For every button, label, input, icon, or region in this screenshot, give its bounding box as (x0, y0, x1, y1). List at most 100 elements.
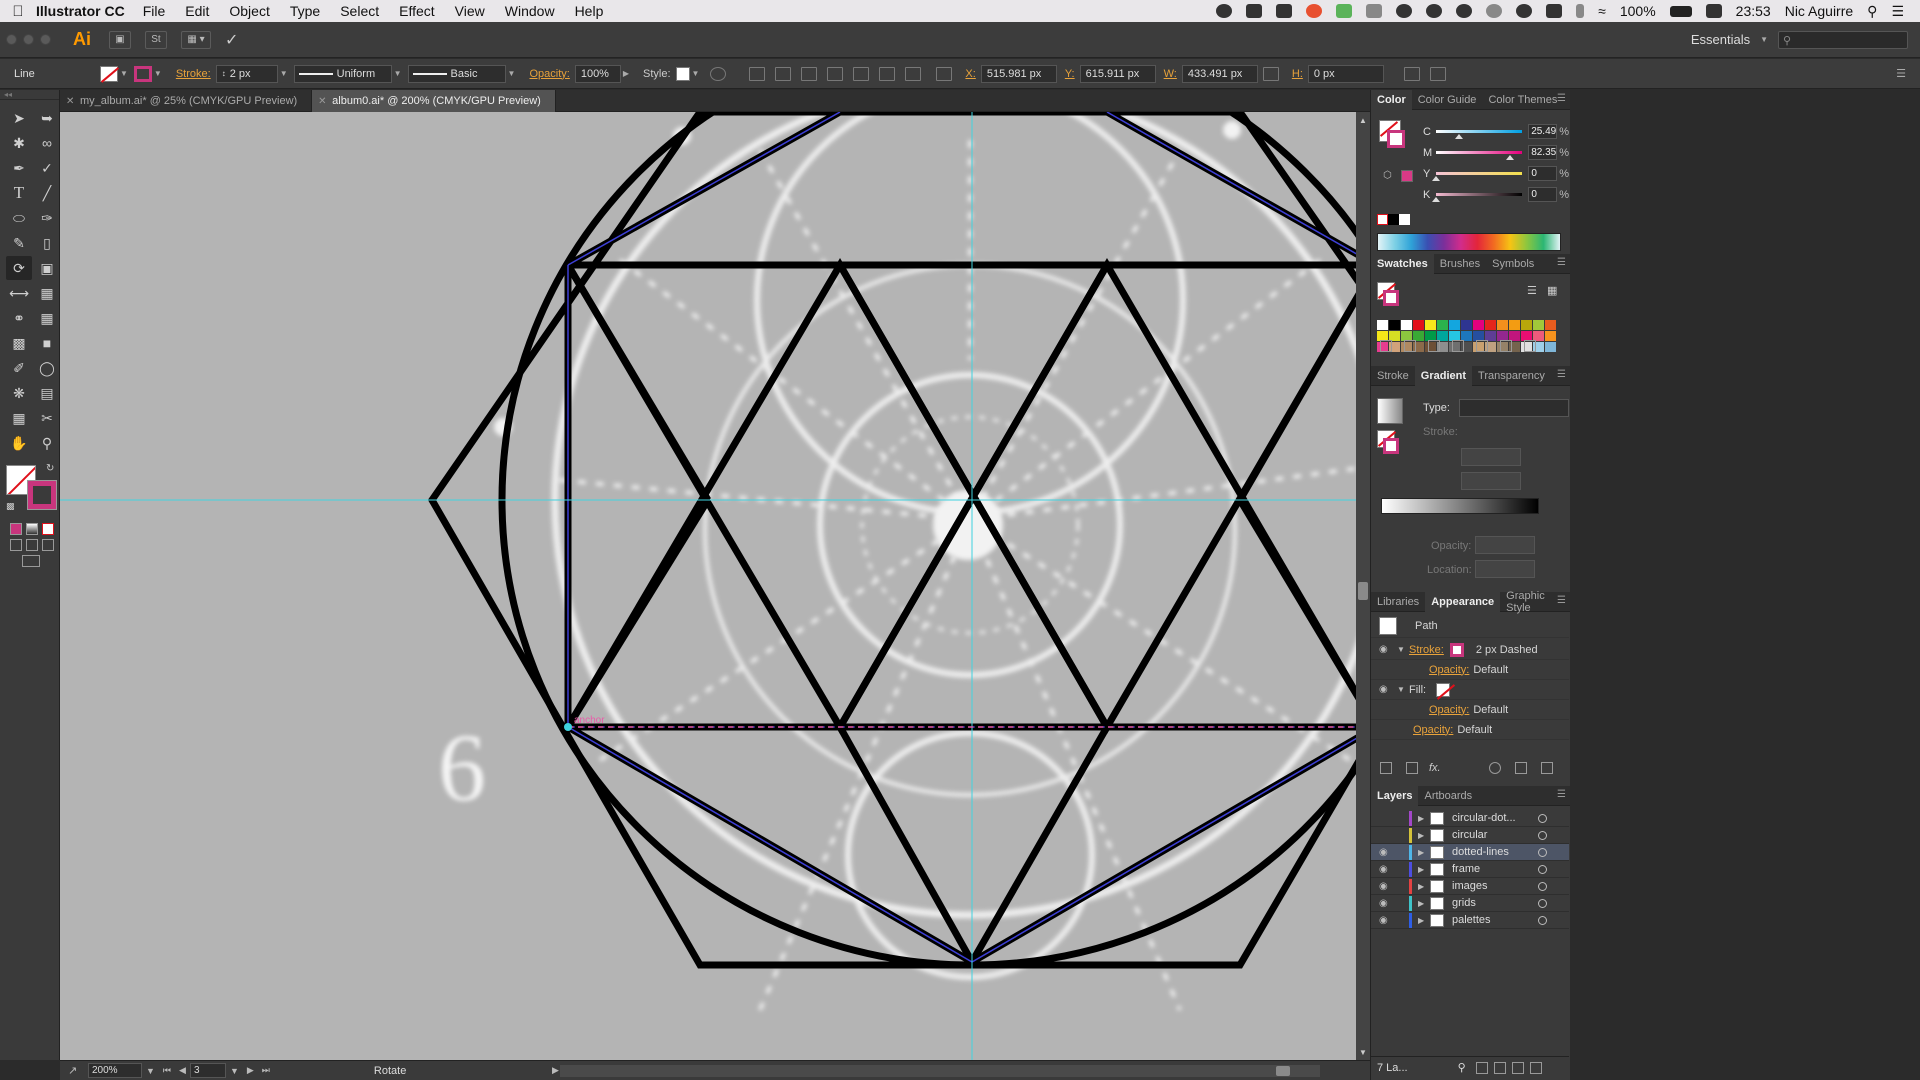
recolor-artwork-icon[interactable] (710, 66, 727, 81)
list-view-icon[interactable]: ☰ (1527, 284, 1537, 297)
channel-value-field[interactable]: 0 (1528, 187, 1558, 202)
ellipse-tool-icon[interactable]: ⬭ (6, 206, 32, 230)
tab-transparency[interactable]: Transparency (1472, 366, 1551, 386)
curvature-tool-icon[interactable]: ✓ (34, 156, 60, 180)
creative-cloud-icon[interactable] (1426, 4, 1443, 18)
tab-brushes[interactable]: Brushes (1434, 254, 1486, 274)
none-swatch[interactable] (1377, 214, 1388, 225)
control-menu-icon[interactable]: ☰ (1896, 67, 1906, 80)
triangle-down-left[interactable] (564, 258, 1111, 729)
color-mode-icon[interactable] (10, 523, 22, 535)
target-icon[interactable] (1538, 915, 1547, 925)
selection-tool-icon[interactable]: ➤ (6, 106, 32, 130)
channel-slider[interactable] (1436, 151, 1523, 160)
hand-tool-icon[interactable]: ✋ (6, 431, 32, 455)
evernote-icon[interactable] (1336, 4, 1353, 18)
slider-knob[interactable] (1432, 176, 1441, 181)
color-swatch[interactable] (1533, 320, 1544, 330)
target-icon[interactable] (1538, 830, 1547, 840)
channel-value-field[interactable]: 82.35 (1528, 145, 1558, 160)
graphic-style-swatch[interactable] (675, 66, 690, 81)
delete-swatch-icon[interactable] (1524, 340, 1536, 352)
white-swatch[interactable] (1399, 214, 1410, 225)
draw-normal-icon[interactable] (10, 539, 22, 551)
layer-row[interactable]: ▶ circular (1371, 827, 1569, 844)
window-minimize-button[interactable] (23, 34, 34, 45)
color-swatch[interactable] (1545, 320, 1556, 330)
visibility-eye-icon[interactable]: ◉ (1379, 644, 1397, 655)
workspace-menu[interactable]: Essentials (1691, 32, 1750, 47)
tab-color-themes[interactable]: Color Themes (1482, 90, 1563, 110)
panel-menu-icon[interactable]: ☰ (1557, 257, 1566, 268)
variable-width-profile[interactable]: Uniform (293, 64, 392, 83)
web-safe-swatch[interactable] (1401, 170, 1413, 182)
gradient-type-select[interactable] (1459, 399, 1569, 417)
draw-inside-icon[interactable] (42, 539, 54, 551)
disclosure-triangle-icon[interactable]: ▶ (1418, 882, 1430, 891)
gradient-stroke-box[interactable] (1383, 438, 1399, 454)
layer-name[interactable]: palettes (1452, 914, 1491, 926)
stepper-icon[interactable]: ↕ (222, 69, 226, 78)
layer-row[interactable]: ◉ ▶ frame (1371, 861, 1569, 878)
delete-layer-icon[interactable] (1529, 1061, 1542, 1074)
menu-help[interactable]: Help (575, 3, 604, 19)
menu-effect[interactable]: Effect (399, 3, 435, 19)
color-swatch[interactable] (1545, 342, 1556, 352)
pen-tool-icon[interactable]: ✒ (6, 156, 32, 180)
window-icon[interactable] (1366, 4, 1383, 18)
tab-color-guide[interactable]: Color Guide (1412, 90, 1483, 110)
mesh-tool-icon[interactable]: ▩ (6, 331, 32, 355)
disclosure-triangle-icon[interactable]: ▼ (1397, 645, 1409, 654)
direct-selection-tool-icon[interactable]: ➥ (34, 106, 60, 130)
first-artboard-icon[interactable]: ⏮ (163, 1065, 171, 1076)
chevron-down-icon[interactable]: ▼ (146, 1066, 155, 1076)
horizontal-scrollbar[interactable] (560, 1065, 1320, 1077)
loader-icon[interactable] (1486, 4, 1503, 18)
color-spectrum[interactable] (1377, 233, 1561, 251)
link-icon[interactable] (1262, 66, 1279, 81)
opacity-label[interactable]: Opacity: (529, 68, 569, 80)
tab-appearance[interactable]: Appearance (1425, 591, 1501, 612)
appearance-object-opacity-row[interactable]: Opacity: Default (1371, 720, 1569, 740)
panel-menu-icon[interactable]: ☰ (1557, 369, 1566, 380)
menu-select[interactable]: Select (340, 3, 379, 19)
record-icon[interactable] (1306, 4, 1323, 18)
tab-swatches[interactable]: Swatches (1371, 253, 1434, 274)
shape-builder-tool-icon[interactable]: ⚭ (6, 306, 32, 330)
line-tool-icon[interactable]: ╱ (34, 181, 60, 205)
y-label[interactable]: Y: (1065, 68, 1075, 80)
column-graph-tool-icon[interactable]: ▤ (34, 381, 60, 405)
opacity-label[interactable]: Opacity: (1429, 704, 1469, 716)
slider-knob[interactable] (1432, 197, 1441, 202)
height-field[interactable]: 0 px (1307, 64, 1384, 83)
color-swatch[interactable] (1437, 320, 1448, 330)
color-swatch[interactable] (1521, 320, 1532, 330)
target-icon[interactable] (1538, 864, 1547, 874)
symbol-sprayer-tool-icon[interactable]: ❋ (6, 381, 32, 405)
h-label[interactable]: H: (1292, 68, 1303, 80)
disclosure-triangle-icon[interactable]: ▶ (1418, 899, 1430, 908)
next-artboard-icon[interactable]: ▶ (247, 1065, 254, 1076)
color-swatch[interactable] (1425, 320, 1436, 330)
last-artboard-icon[interactable]: ⏭ (262, 1065, 270, 1076)
layer-name[interactable]: grids (1452, 897, 1476, 909)
opacity-label[interactable]: Opacity: (1413, 724, 1453, 736)
swatch-options-icon[interactable] (1452, 340, 1464, 352)
menu-type[interactable]: Type (290, 3, 320, 19)
blend-tool-icon[interactable]: ◯ (34, 356, 60, 380)
drive-icon[interactable] (1246, 4, 1263, 18)
artboard-tool-icon[interactable]: ▦ (6, 406, 32, 430)
layer-name[interactable]: circular (1452, 829, 1487, 841)
align-middle-icon[interactable] (879, 66, 896, 81)
tray-app-icon[interactable] (1216, 4, 1233, 18)
w-label[interactable]: W: (1164, 68, 1177, 80)
chevron-right-icon[interactable]: ▶ (552, 1065, 559, 1076)
new-swatch-icon[interactable] (1500, 340, 1512, 352)
menu-view[interactable]: View (455, 3, 485, 19)
zoom-tool-icon[interactable]: ⚲ (34, 431, 60, 455)
draw-behind-icon[interactable] (26, 539, 38, 551)
appearance-stroke-row[interactable]: ◉ ▼ Stroke: 2 px Dashed (1371, 640, 1569, 660)
tab-my-album[interactable]: ✕ my_album.ai* @ 25% (CMYK/GPU Preview) (60, 90, 313, 112)
layer-name[interactable]: frame (1452, 863, 1480, 875)
screen-mode-icon[interactable] (22, 555, 40, 567)
